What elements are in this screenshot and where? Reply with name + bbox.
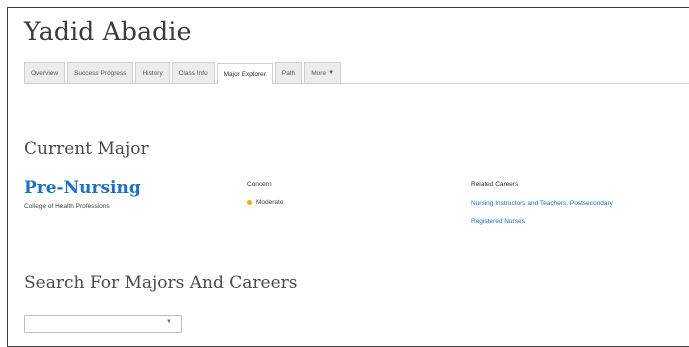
tab-class-info[interactable]: Class Info — [171, 62, 215, 83]
tab-label: Class Info — [178, 69, 208, 77]
concern-indicator: Moderate — [247, 199, 283, 206]
tab-label: Success Progress — [74, 69, 127, 77]
major-career-search-select[interactable]: ▼ — [24, 315, 182, 333]
tabs-spacer — [343, 62, 689, 83]
caret-down-icon: ▼ — [328, 70, 335, 76]
tab-history[interactable]: History — [135, 62, 170, 83]
profile-tabs: Overview Success Progress History Class … — [24, 62, 689, 84]
tab-label: Overview — [31, 69, 59, 77]
search-heading: Search For Majors And Careers — [24, 273, 298, 293]
tab-more[interactable]: More ▼ — [304, 62, 342, 83]
related-career-link[interactable]: Registered Nurses — [471, 218, 525, 225]
tab-label: Major Explorer — [223, 70, 266, 78]
tab-label: Path — [281, 69, 296, 77]
tab-label: History — [142, 69, 163, 77]
student-name: Yadid Abadie — [24, 17, 192, 46]
current-major-heading: Current Major — [24, 139, 149, 159]
current-major-link[interactable]: Pre-Nursing — [24, 178, 141, 198]
content-frame — [7, 7, 689, 347]
tab-path[interactable]: Path — [274, 62, 303, 83]
concern-label: Concern — [247, 181, 272, 188]
concern-value: Moderate — [256, 199, 284, 206]
concern-dot-icon — [247, 200, 252, 205]
major-college: College of Health Professions — [24, 203, 110, 210]
chevron-down-icon: ▼ — [166, 319, 172, 325]
tab-success-progress[interactable]: Success Progress — [67, 62, 134, 83]
tab-overview[interactable]: Overview — [24, 62, 66, 83]
tab-label: More — [311, 69, 327, 77]
tab-major-explorer[interactable]: Major Explorer — [216, 63, 273, 84]
related-careers-label: Related Careers — [471, 181, 519, 188]
related-career-link[interactable]: Nursing Instructors and Teachers, Postse… — [471, 200, 613, 207]
